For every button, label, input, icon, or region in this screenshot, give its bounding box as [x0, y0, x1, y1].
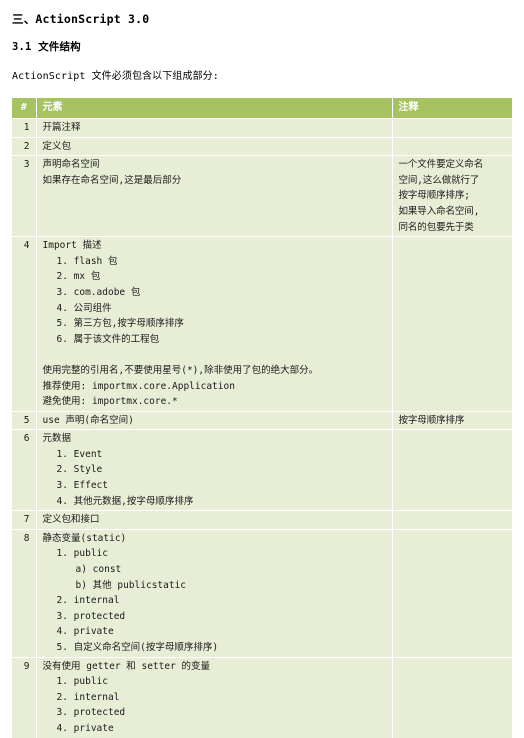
element-line: 3. com.adobe 包	[56, 286, 141, 298]
element-line: 1. public	[56, 676, 108, 688]
table-header-row: # 元素 注释	[12, 98, 512, 119]
element-line: 1. flash 包	[56, 255, 118, 267]
element-line: 开篇注释	[42, 122, 81, 133]
row-element-content: Import 描述 1. flash 包 2. mx 包 3. com.adobe 包…	[36, 236, 392, 412]
note-line: 一个文件要定义命名	[398, 159, 484, 171]
row-element-content: use 声明(命名空间)	[36, 410, 392, 430]
row-note-content	[391, 118, 512, 138]
element-line: a) const	[75, 564, 122, 576]
row-number: 1	[12, 118, 37, 138]
row-element-content: 没有使用 getter 和 setter 的变量 1. public 2. inte…	[36, 656, 392, 738]
element-line: 3. protected	[56, 707, 126, 719]
element-line: b) 其他 publicstatic	[75, 579, 187, 591]
element-line: 2. Style	[56, 464, 103, 476]
row-note-content	[391, 429, 512, 511]
element-line: 如果存在命名空间,这是最后部分	[42, 174, 182, 186]
table-row: 9 没有使用 getter 和 setter 的变量 1. public 2. int…	[12, 656, 512, 738]
element-line: 4. private	[56, 722, 114, 734]
element-line: use 声明(命名空间)	[42, 414, 134, 426]
element-line: 6. 属于该文件的工程包	[56, 333, 160, 345]
note-line: 按字母顺序排序;	[398, 190, 471, 202]
table-row: 6 元数据 1. Event 2. Style 3. Effect 4. 其他元数据,按字…	[12, 429, 512, 511]
element-line: 4. 公司组件	[56, 302, 112, 314]
row-element-content: 静态变量(static) 1. public a) const b) 其他 publi…	[36, 528, 392, 658]
row-number: 9	[12, 656, 37, 738]
element-line: 3. Effect	[56, 480, 108, 492]
row-note-content: 一个文件要定义命名 空间,这么做就行了 按字母顺序排序; 如果导入命名空间, 同名的包要…	[391, 155, 512, 237]
note-line: 空间,这么做就行了	[398, 174, 480, 186]
column-header-element: 元素	[36, 98, 392, 119]
note-line: 同名的包要先于类	[398, 221, 474, 233]
column-header-number: #	[12, 98, 37, 119]
file-structure-table-wrapper: # 元素 注释 1 开篇注释 2 定义包 3 声明命名空间 如果存在命名空间,这是最后部分一…	[12, 98, 512, 738]
table-row: 5 use 声明(命名空间) 按字母顺序排序	[12, 410, 512, 430]
element-line: 定义包	[42, 140, 72, 152]
row-note-content	[391, 136, 512, 156]
file-structure-table: # 元素 注释 1 开篇注释 2 定义包 3 声明命名空间 如果存在命名空间,这是最后部分一…	[12, 98, 512, 738]
note-line: 如果导入命名空间,	[398, 205, 480, 217]
row-element-content: 定义包和接口	[36, 510, 392, 530]
row-number: 2	[12, 136, 37, 156]
row-note-content	[391, 510, 512, 530]
row-element-content: 声明命名空间如果存在命名空间,这是最后部分	[36, 155, 392, 237]
table-row: 4 Import 描述 1. flash 包 2. mx 包 3. com.adobe …	[12, 236, 512, 412]
element-line: 静态变量(static)	[42, 532, 127, 544]
element-line: 5. 自定义命名空间(按字母顺序排序)	[56, 642, 219, 653]
document-page: 三、ActionScript 3.0 3.1 文件结构 ActionScript…	[0, 0, 524, 738]
element-line: 声明命名空间	[42, 159, 100, 171]
element-line: 2. internal	[56, 691, 120, 703]
element-line: 4. 其他元数据,按字母顺序排序	[56, 495, 194, 507]
row-number: 6	[12, 429, 37, 511]
lead-paragraph: ActionScript 文件必须包含以下组成部分:	[12, 71, 219, 82]
page-title: 三、ActionScript 3.0	[12, 12, 150, 26]
row-element-content: 开篇注释	[36, 118, 392, 138]
row-element-content: 元数据 1. Event 2. Style 3. Effect 4. 其他元数据,按字母…	[36, 429, 392, 511]
element-line: 元数据	[42, 433, 72, 445]
row-number: 3	[12, 155, 37, 237]
row-number: 4	[12, 236, 37, 412]
element-line: 5. 第三方包,按字母顺序排序	[56, 318, 184, 330]
element-line: Import 描述	[42, 240, 102, 252]
element-line: 避免使用: importmx.core.*	[42, 396, 178, 408]
row-note-content	[391, 528, 512, 658]
element-line: 2. mx 包	[56, 271, 101, 283]
row-number: 8	[12, 528, 37, 658]
element-line: 1. public	[56, 548, 108, 560]
row-element-content: 定义包	[36, 136, 392, 156]
row-number: 7	[12, 510, 37, 530]
note-line: 按字母顺序排序	[398, 414, 465, 426]
table-row: 2 定义包	[12, 136, 512, 156]
column-header-note: 注释	[391, 98, 512, 119]
row-note-content	[391, 236, 512, 412]
row-number: 5	[12, 410, 37, 430]
element-line: 1. Event	[56, 448, 103, 460]
table-row: 1 开篇注释	[12, 118, 512, 138]
element-line: 没有使用 getter 和 setter 的变量	[42, 660, 211, 672]
element-line: 4. private	[56, 626, 114, 638]
element-line: 3. protected	[56, 610, 126, 622]
subsection-title: 3.1 文件结构	[12, 41, 81, 53]
element-line: 2. internal	[56, 595, 120, 607]
table-row: 7 定义包和接口	[12, 510, 512, 530]
element-line: 推荐使用: importmx.core.Application	[42, 380, 235, 392]
element-line	[43, 347, 386, 363]
element-line: 使用完整的引用名,不要使用星号(*),除非使用了包的绝大部分。	[42, 364, 319, 376]
row-note-content	[391, 656, 512, 738]
table-body: 1 开篇注释 2 定义包 3 声明命名空间 如果存在命名空间,这是最后部分 一个文件要定义命名…	[12, 118, 512, 738]
table-row: 3 声明命名空间 如果存在命名空间,这是最后部分 一个文件要定义命名 空间,这么做就行了…	[12, 155, 512, 237]
element-line: 定义包和接口	[42, 514, 100, 526]
table-header: # 元素 注释	[12, 98, 512, 119]
row-note-content: 按字母顺序排序	[391, 410, 512, 430]
table-row: 8 静态变量(static) 1. public a) const b) 其他 publ…	[12, 528, 512, 658]
